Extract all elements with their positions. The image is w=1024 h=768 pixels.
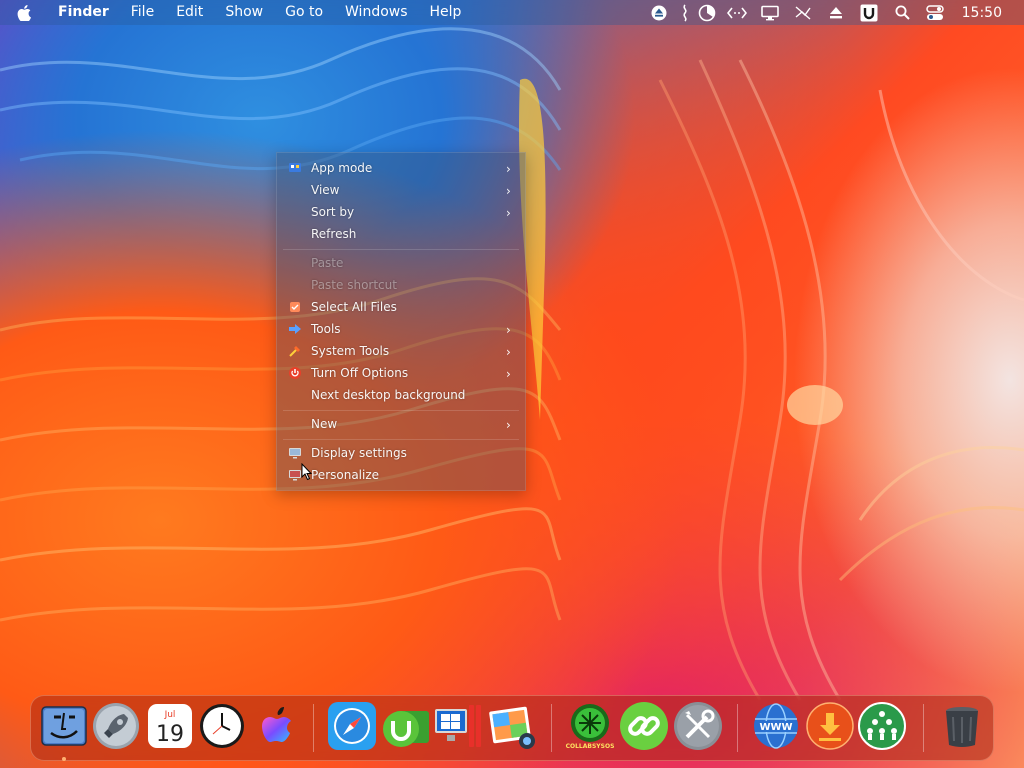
network-people-icon: [858, 702, 906, 750]
menubar-clock[interactable]: 15:50: [952, 5, 1024, 21]
eject-icon[interactable]: [643, 0, 676, 25]
dock-separator: [737, 704, 738, 752]
system-tools-icon: [288, 344, 302, 358]
menu-item-next-desktop-background[interactable]: Next desktop background: [277, 384, 525, 406]
menu-edit[interactable]: Edit: [165, 0, 214, 25]
collabsysos-icon: COLLABSYSOS: [566, 704, 615, 750]
parallels-icon: [435, 705, 481, 747]
calendar-month: Jul: [164, 710, 176, 720]
eject-alt-icon[interactable]: [820, 0, 853, 25]
submenu-chevron-icon: ›: [506, 206, 511, 220]
pie-chart-icon[interactable]: [694, 0, 720, 25]
menu-item-app-mode[interactable]: App mode ›: [277, 157, 525, 179]
display-settings-icon: [288, 446, 302, 460]
desktop-context-menu: App mode › View › Sort by › Refresh Past…: [276, 152, 526, 491]
dock-siri[interactable]: [251, 701, 301, 751]
trash-icon: [946, 707, 978, 747]
link-icon: [620, 702, 668, 750]
dock-trash[interactable]: [937, 701, 987, 751]
menu-item-system-tools[interactable]: System Tools ›: [277, 340, 525, 362]
tools-arrow-icon: [288, 322, 302, 336]
compass-icon: [328, 702, 376, 750]
personalize-icon: [288, 468, 302, 482]
photos-icon: [489, 706, 535, 749]
globe-www-icon: WWW: [754, 703, 798, 749]
menu-show[interactable]: Show: [214, 0, 274, 25]
muted-icon[interactable]: [787, 0, 820, 25]
menu-help[interactable]: Help: [419, 0, 473, 25]
menu-item-new[interactable]: New ›: [277, 413, 525, 435]
dock-system-utilities[interactable]: [673, 701, 723, 751]
dock-finder[interactable]: [39, 701, 89, 751]
dock-utorrent[interactable]: [381, 701, 431, 751]
dock-web-browser[interactable]: WWW: [751, 701, 801, 751]
menu-item-tools[interactable]: Tools ›: [277, 318, 525, 340]
cable-icon[interactable]: [676, 0, 694, 25]
utorrent-icon: [383, 711, 429, 747]
submenu-chevron-icon: ›: [506, 345, 511, 359]
menu-item-sort-by[interactable]: Sort by ›: [277, 201, 525, 223]
dock-link[interactable]: [619, 701, 669, 751]
calendar-day: 19: [156, 722, 184, 747]
search-icon[interactable]: [886, 0, 919, 25]
dock-parallels[interactable]: [433, 701, 483, 751]
select-all-icon: [288, 300, 302, 314]
submenu-chevron-icon: ›: [506, 367, 511, 381]
dock: Jul 19 COLLABSYSOS WWW: [30, 695, 994, 761]
dock-collabsysos[interactable]: COLLABSYSOS: [565, 701, 615, 751]
dock-downloads[interactable]: [805, 701, 855, 751]
menu-item-turn-off-options[interactable]: Turn Off Options ›: [277, 362, 525, 384]
dock-separator: [551, 704, 552, 752]
wrench-screwdriver-icon: [674, 702, 722, 750]
submenu-chevron-icon: ›: [506, 184, 511, 198]
menu-windows[interactable]: Windows: [334, 0, 419, 25]
submenu-chevron-icon: ›: [506, 418, 511, 432]
collabsysos-label: COLLABSYSOS: [566, 743, 615, 750]
menu-item-paste-shortcut[interactable]: Paste shortcut: [277, 274, 525, 296]
menu-item-refresh[interactable]: Refresh: [277, 223, 525, 245]
menu-item-paste[interactable]: Paste: [277, 252, 525, 274]
submenu-chevron-icon: ›: [506, 162, 511, 176]
rocket-icon: [93, 703, 139, 749]
calendar-icon: Jul 19: [148, 704, 192, 748]
power-icon: [288, 366, 302, 380]
menu-item-select-all-files[interactable]: Select All Files: [277, 296, 525, 318]
menu-go-to[interactable]: Go to: [274, 0, 334, 25]
dock-separator: [313, 704, 314, 752]
submenu-chevron-icon: ›: [506, 323, 511, 337]
apple-menu-icon[interactable]: [0, 4, 48, 21]
menu-item-view[interactable]: View ›: [277, 179, 525, 201]
dock-launchpad[interactable]: [91, 701, 141, 751]
dock-network[interactable]: [857, 701, 907, 751]
menu-item-display-settings[interactable]: Display settings: [277, 442, 525, 464]
finder-icon: [41, 706, 87, 746]
u-app-icon[interactable]: [853, 0, 886, 25]
svg-text:WWW: WWW: [759, 722, 792, 733]
dock-photos[interactable]: [487, 701, 537, 751]
menu-file[interactable]: File: [120, 0, 165, 25]
siri-apple-icon: [262, 707, 291, 742]
menu-item-personalize[interactable]: Personalize: [277, 464, 525, 486]
download-arrow-icon: [806, 702, 854, 750]
menu-separator: [283, 410, 519, 411]
menu-separator: [283, 439, 519, 440]
control-center-icon[interactable]: [919, 0, 952, 25]
app-mode-icon: [288, 161, 302, 175]
menu-app-finder[interactable]: Finder: [48, 0, 120, 25]
code-brackets-icon[interactable]: [720, 0, 754, 25]
dock-clock[interactable]: [197, 701, 247, 751]
dock-safari[interactable]: [327, 701, 377, 751]
monitor-icon[interactable]: [754, 0, 787, 25]
running-indicator: [62, 757, 66, 761]
mouse-pointer-icon: [301, 463, 313, 481]
menu-bar: Finder File Edit Show Go to Windows Help: [0, 0, 1024, 25]
clock-icon: [200, 704, 244, 748]
dock-separator: [923, 704, 924, 752]
menu-separator: [283, 249, 519, 250]
dock-calendar[interactable]: Jul 19: [145, 701, 195, 751]
